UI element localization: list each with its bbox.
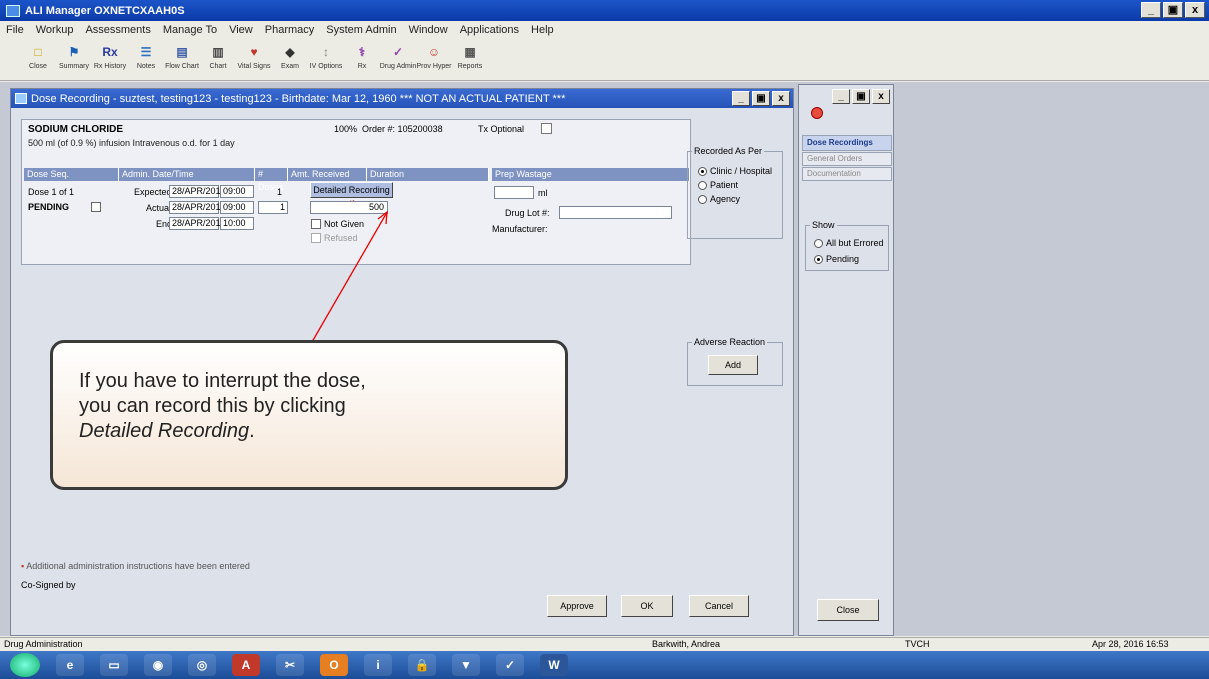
taskbar-chrome-icon[interactable]: ◉ (144, 654, 172, 676)
status-bar: Drug Administration Barkwith, Andrea TVC… (0, 637, 1209, 651)
taskbar-filter-icon[interactable]: ▼ (452, 654, 480, 676)
callout-line-1: If you have to interrupt the dose, (79, 370, 366, 392)
status-datetime: Apr 28, 2016 16:53 (1092, 639, 1169, 649)
taskbar-app-icon[interactable]: ◎ (188, 654, 216, 676)
taskbar: e ▭ ◉ ◎ A ✂ O i 🔒 ▼ ✓ W (0, 651, 1209, 679)
status-module: Drug Administration (4, 639, 83, 649)
taskbar-word-icon[interactable]: W (540, 654, 568, 676)
status-site: TVCH (905, 639, 930, 649)
taskbar-pdf-icon[interactable]: A (232, 654, 260, 676)
status-user: Barkwith, Andrea (652, 639, 721, 649)
taskbar-info-icon[interactable]: i (364, 654, 392, 676)
taskbar-lock-icon[interactable]: 🔒 (408, 654, 436, 676)
callout-line-2: you can record this by clicking (79, 395, 346, 417)
taskbar-chart-icon[interactable]: ✓ (496, 654, 524, 676)
instruction-callout: If you have to interrupt the dose, you c… (50, 340, 568, 490)
callout-line-3: Detailed Recording. (79, 420, 255, 442)
taskbar-ie-icon[interactable]: e (56, 654, 84, 676)
start-button[interactable] (10, 653, 40, 677)
taskbar-snip-icon[interactable]: ✂ (276, 654, 304, 676)
taskbar-folder-icon[interactable]: ▭ (100, 654, 128, 676)
taskbar-outlook-icon[interactable]: O (320, 654, 348, 676)
